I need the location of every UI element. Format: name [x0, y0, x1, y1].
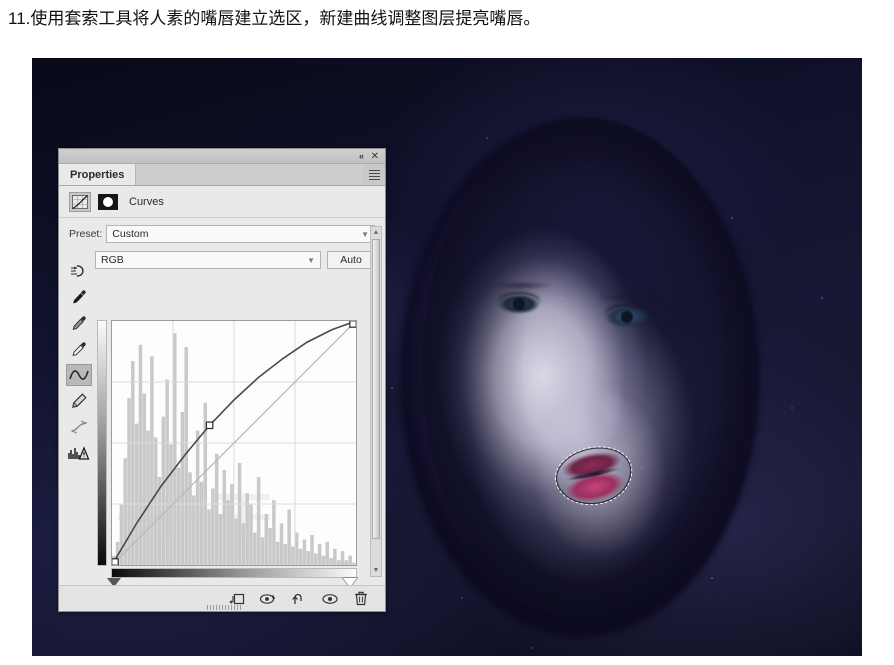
marching-ants-selection-outline	[549, 439, 639, 513]
channel-value: RGB	[101, 253, 124, 266]
chevron-down-icon: ▼	[307, 255, 315, 265]
scrollbar-thumb[interactable]	[372, 239, 380, 539]
channel-select[interactable]: RGB ▼	[95, 250, 321, 269]
preset-value: Custom	[112, 227, 149, 240]
delete-adjustment-layer-button[interactable]	[351, 590, 371, 608]
smooth-curve-tool[interactable]	[66, 416, 92, 438]
hamburger-icon	[368, 168, 380, 182]
tab-properties[interactable]: Properties	[59, 164, 137, 185]
scroll-up-button[interactable]: ▲	[371, 227, 381, 238]
channel-row: RGB ▼ Auto	[59, 249, 385, 270]
nose	[580, 358, 634, 438]
histogram-clipping-warning-icon[interactable]	[66, 442, 92, 464]
auto-button[interactable]: Auto	[327, 250, 375, 269]
adjustment-title: Curves	[129, 195, 164, 208]
black-point-eyedropper[interactable]	[66, 286, 92, 308]
tabbar-filler	[136, 164, 363, 185]
eyebrow-left	[490, 282, 552, 289]
curves-graph-area	[97, 320, 361, 587]
panel-tabbar: Properties	[59, 164, 385, 186]
pupil-right	[621, 311, 633, 323]
scroll-down-button[interactable]: ▼	[371, 565, 381, 576]
properties-panel: « ✕ Properties Curves Preset: Custom ▼ R…	[58, 148, 386, 612]
white-point-eyedropper[interactable]	[66, 338, 92, 360]
toggle-layer-visibility-button[interactable]	[320, 590, 340, 608]
panel-scrollbar[interactable]: ▲ ▼	[370, 226, 382, 577]
panel-footer-toolbar	[59, 585, 385, 611]
preset-select[interactable]: Custom ▼	[106, 224, 375, 243]
edit-curve-points-tool[interactable]	[66, 364, 92, 386]
panel-menu-button[interactable]	[363, 164, 385, 185]
layer-mask-thumbnail[interactable]	[98, 193, 118, 210]
panel-body: Curves Preset: Custom ▼ RGB ▼ Auto ▲ ▼	[59, 186, 385, 611]
output-gradient-bar	[97, 320, 107, 566]
view-previous-state-button[interactable]	[258, 590, 278, 608]
on-image-adjustment-tool[interactable]	[66, 260, 92, 282]
eye-right	[605, 306, 649, 328]
draw-curve-pencil-tool[interactable]	[66, 390, 92, 412]
screenshot-root: 11.使用套索工具将人素的嘴唇建立选区，新建曲线调整图层提亮嘴唇。 « ✕ Pr…	[0, 0, 894, 665]
eye-left	[498, 294, 540, 314]
collapse-panel-button[interactable]: «	[359, 151, 364, 162]
curves-graph[interactable]	[111, 320, 357, 566]
preset-label: Preset:	[69, 227, 103, 240]
photoshop-screenshot-image: « ✕ Properties Curves Preset: Custom ▼ R…	[32, 58, 862, 656]
curves-adjustment-icon[interactable]	[69, 191, 91, 212]
eyebrow-right	[598, 294, 658, 301]
gray-point-eyedropper[interactable]	[66, 312, 92, 334]
reset-adjustment-button[interactable]	[289, 590, 309, 608]
panel-titlebar: « ✕	[59, 149, 385, 164]
input-gradient-bar	[111, 568, 357, 578]
panel-resize-grip[interactable]	[207, 605, 241, 610]
lips-selection-region	[549, 439, 639, 513]
page-caption: 11.使用套索工具将人素的嘴唇建立选区，新建曲线调整图层提亮嘴唇。	[8, 9, 541, 28]
chevron-down-icon: ▼	[361, 229, 369, 239]
mask-shape	[103, 196, 113, 207]
close-panel-button[interactable]: ✕	[371, 151, 379, 162]
preset-row: Preset: Custom ▼	[59, 223, 385, 244]
curves-tool-column	[65, 260, 93, 464]
adjustment-header: Curves	[59, 186, 385, 218]
pupil-left	[513, 298, 525, 310]
